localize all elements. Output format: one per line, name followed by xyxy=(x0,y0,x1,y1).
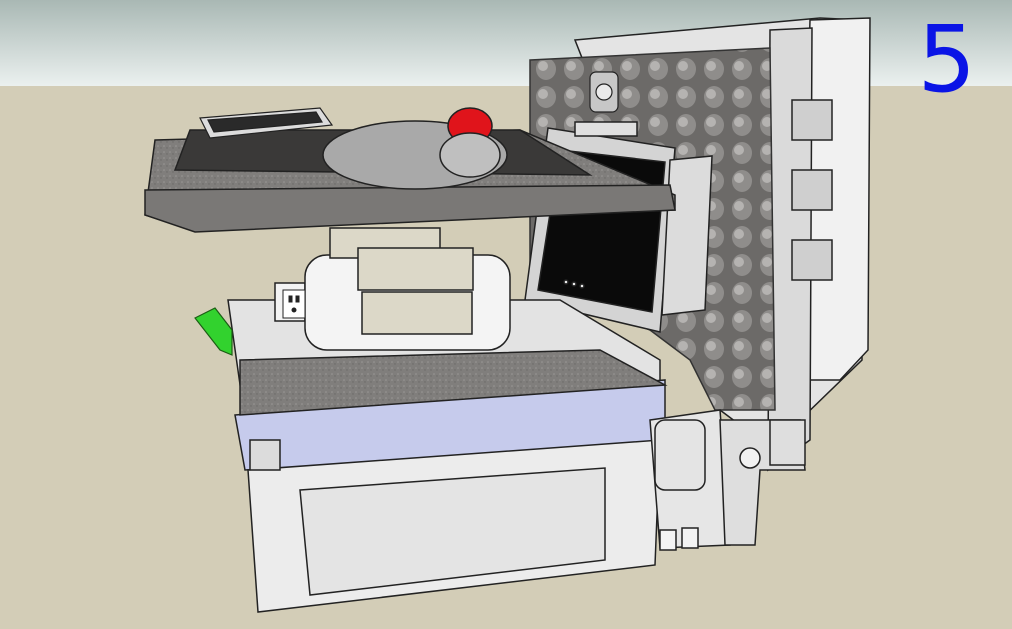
equipment-case-illustration xyxy=(0,0,1012,629)
webcam-icon xyxy=(589,71,619,113)
power-outlet-icon xyxy=(282,289,306,319)
step-number: 5 xyxy=(917,6,976,113)
